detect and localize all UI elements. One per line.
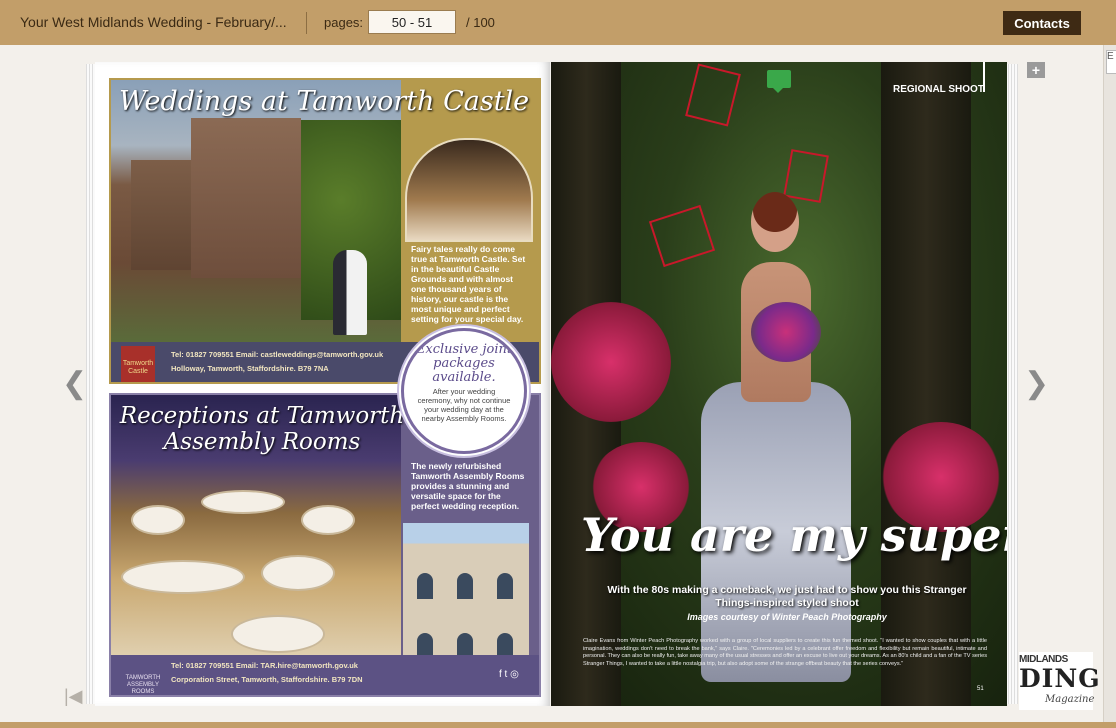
section-label: REGIONAL SHOOT: [893, 84, 984, 95]
right-page-stack: [1006, 64, 1018, 704]
joint-package-badge: Exclusive joint packages available. Afte…: [401, 328, 527, 454]
page-number-input[interactable]: [368, 10, 456, 34]
contacts-button[interactable]: Contacts: [1003, 11, 1081, 35]
article-body: Claire Evans from Winter Peach Photograp…: [583, 638, 987, 667]
castle-interior-photo: [405, 138, 533, 242]
castle-crest-logo: Tamworth Castle: [121, 346, 155, 382]
hanging-frame-shape: [685, 63, 741, 127]
right-page[interactable]: REGIONAL SHOOT You are my superhero With…: [551, 62, 1007, 706]
table-shape: [261, 555, 335, 591]
assembly-description: The newly refurbished Tamworth Assembly …: [411, 461, 525, 511]
building-window: [417, 573, 433, 599]
table-shape: [301, 505, 355, 535]
badge-text: After your wedding ceremony, why not con…: [417, 387, 511, 423]
table-shape: [131, 505, 185, 535]
photo-credit: Images courtesy of Winter Peach Photogra…: [687, 612, 887, 622]
logo-bottom-text: Magazine: [1045, 694, 1095, 705]
castle-tower-shape: [191, 118, 301, 278]
total-pages: / 100: [466, 15, 495, 30]
side-panel-toggle[interactable]: E: [1106, 50, 1116, 74]
assembly-title: Receptions at Tamworth Assembly Rooms: [119, 403, 405, 455]
article-headline: You are my superhero: [581, 508, 1007, 562]
logo-mid-text: DING: [1019, 664, 1101, 693]
prev-page-arrow-icon[interactable]: ❮: [62, 369, 87, 399]
bouquet-shape: [751, 302, 821, 362]
section-divider: [983, 62, 985, 92]
assembly-contact-line2: Corporation Street, Tamworth, Staffordsh…: [171, 675, 363, 684]
hanging-frame-shape: [783, 149, 829, 203]
pages-label: pages:: [324, 15, 364, 30]
social-media-icons: f t ◎: [499, 669, 519, 680]
toolbar-divider: [306, 12, 307, 34]
next-page-arrow-icon[interactable]: ❯: [1024, 369, 1049, 399]
wedding-couple-shape: [333, 250, 367, 335]
assembly-contact-bar: TAMWORTH ASSEMBLY ROOMS Tel: 01827 70955…: [111, 655, 539, 695]
publication-title: Your West Midlands Wedding - February/..…: [20, 14, 287, 30]
badge-title: Exclusive joint packages available.: [415, 342, 513, 385]
table-shape: [231, 615, 325, 653]
page-number: 51: [977, 686, 984, 692]
add-note-icon[interactable]: +: [1027, 62, 1045, 78]
castle-title: Weddings at Tamworth Castle: [119, 86, 530, 117]
first-page-icon[interactable]: |◀: [64, 686, 83, 707]
building-window: [457, 573, 473, 599]
castle-contact-line1: Tel: 01827 709551 Email: castleweddings@…: [171, 350, 384, 359]
article-subhead: With the 80s making a comeback, we just …: [607, 584, 967, 609]
side-panel-edge: [1103, 45, 1116, 722]
bottom-bar: [0, 722, 1116, 728]
table-shape: [121, 560, 245, 594]
comment-icon[interactable]: [767, 70, 791, 93]
flowers-shape: [551, 302, 671, 422]
magazine-logo: MIDLANDS DING Magazine: [1019, 652, 1100, 710]
hanging-frame-shape: [648, 204, 716, 268]
model-head-shape: [751, 192, 799, 252]
assembly-rooms-logo: TAMWORTH ASSEMBLY ROOMS: [125, 675, 161, 695]
castle-description: Fairy tales really do come true at Tamwo…: [411, 244, 526, 324]
castle-photo: [111, 80, 401, 342]
left-page[interactable]: Weddings at Tamworth Castle Fairy tales …: [95, 62, 550, 706]
table-shape: [201, 490, 285, 514]
building-window: [497, 573, 513, 599]
castle-contact-line2: Holloway, Tamworth, Staffordshire. B79 7…: [171, 364, 329, 373]
top-toolbar: Your West Midlands Wedding - February/..…: [0, 0, 1116, 45]
assembly-contact-line1: Tel: 01827 709551 Email: TAR.hire@tamwor…: [171, 661, 358, 670]
